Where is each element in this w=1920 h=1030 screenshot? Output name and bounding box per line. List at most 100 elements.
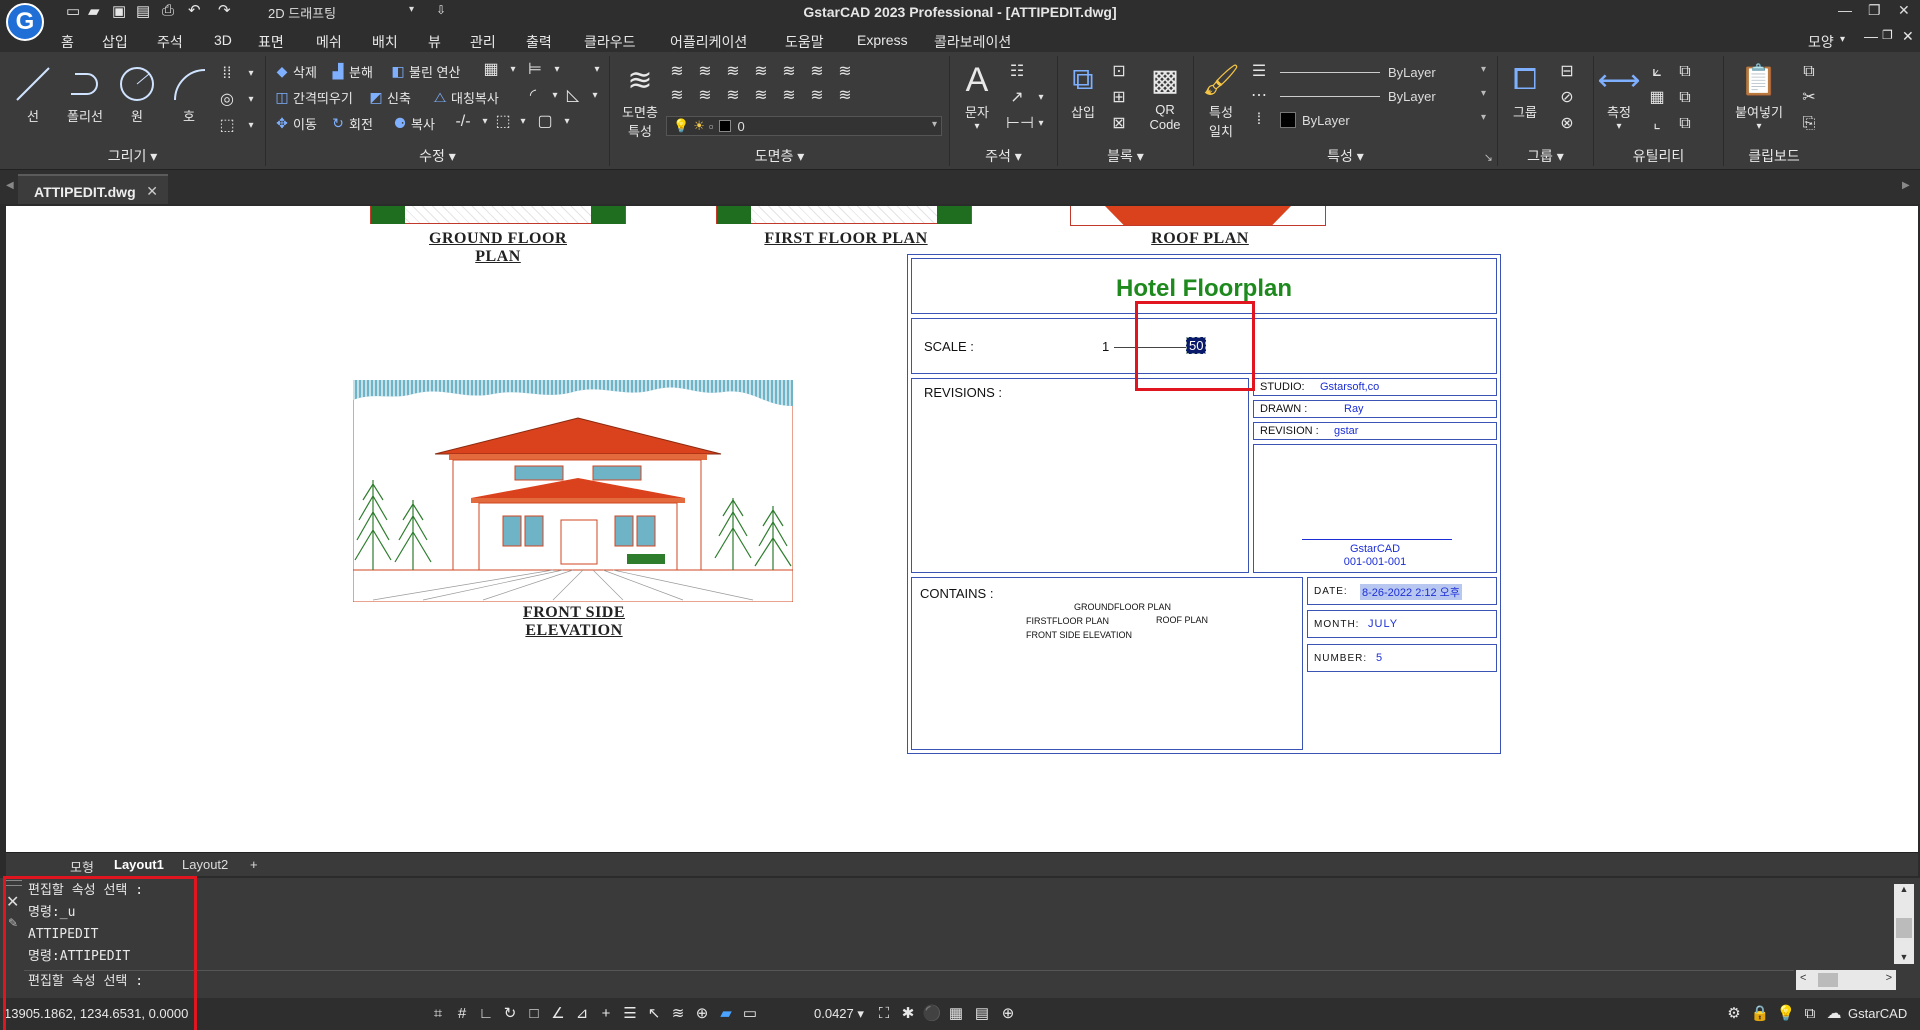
close-icon[interactable]: ✕ <box>1898 2 1910 19</box>
paste-tool[interactable]: 📋 붙여넣기 ▾ <box>1724 60 1794 133</box>
ellipse-icon[interactable]: ◎ <box>216 90 238 110</box>
fillet-icon[interactable]: ◜ <box>522 86 544 106</box>
group-tool[interactable]: ⧠ 그룹 <box>1502 60 1548 121</box>
workspace-switch-icon[interactable]: ⧉ <box>1800 1004 1820 1024</box>
command-input[interactable]: 편집할 속성 선택 : <box>24 970 1794 992</box>
text-tool[interactable]: A 문자 ▾ <box>954 60 1000 133</box>
lineweight-toggle-icon[interactable]: ☰ <box>620 1004 640 1024</box>
clean-screen-icon[interactable]: ▦ <box>946 1004 966 1024</box>
insert-block-tool[interactable]: ⧉ 삽입 <box>1060 60 1106 121</box>
menu-home[interactable]: 홈 <box>61 32 74 52</box>
chevron-down-icon[interactable]: ▾ <box>584 86 606 106</box>
line-tool[interactable]: 선 <box>10 64 56 125</box>
properties-panel-icon[interactable]: ▤ <box>972 1004 992 1024</box>
menu-output[interactable]: 출력 <box>526 32 552 52</box>
close-tab-icon[interactable]: ✕ <box>146 183 158 200</box>
annotation-visibility-icon[interactable]: ⛶ <box>874 1004 894 1024</box>
drawing-canvas[interactable]: GROUND FLOOR PLAN FIRST FLOOR PLAN ROOF … <box>6 206 1918 852</box>
color-dropdown[interactable]: ByLayer ▾ <box>1274 110 1490 130</box>
date-value[interactable]: 8-26-2022 2:12 오후 <box>1360 584 1462 600</box>
tab-scroll-right-icon[interactable]: ▶ <box>1902 180 1910 191</box>
align-icon[interactable]: ⊨ <box>524 60 546 80</box>
layer-off-icon[interactable]: ≋ <box>694 62 716 82</box>
selection-cycling-icon[interactable]: ↖ <box>644 1004 664 1024</box>
chevron-down-icon[interactable]: ▾ <box>240 116 262 136</box>
hscroll-thumb[interactable] <box>1818 973 1838 987</box>
layer-status-icon[interactable]: ≋ <box>668 1004 688 1024</box>
menu-applications[interactable]: 어플리케이션 <box>670 32 747 52</box>
layer-lock-icon[interactable]: ≋ <box>778 62 800 82</box>
layer-merge-icon[interactable]: ≋ <box>722 86 744 106</box>
ribbon-group-properties-label[interactable]: 특성 ▾ <box>1194 146 1497 166</box>
copy-clip-icon[interactable]: ⧉ <box>1798 62 1820 82</box>
ortho-icon[interactable]: ∟ <box>476 1004 496 1024</box>
command-scrollbar[interactable]: ▲ ▼ <box>1894 884 1914 964</box>
chevron-down-icon[interactable]: ▾ <box>1030 114 1052 134</box>
add-layout-tab[interactable]: + <box>250 857 258 872</box>
measure-tool[interactable]: ⟷ 측정 ▾ <box>1596 60 1642 133</box>
dimension-icon[interactable]: ⊢⊣ <box>1006 114 1034 134</box>
linetype-dropdown[interactable]: ByLayer ▾ <box>1274 86 1490 106</box>
circle-tool[interactable]: 원 <box>114 64 160 125</box>
osnap-icon[interactable]: □ <box>524 1004 544 1024</box>
app-logo-icon[interactable]: G <box>6 3 44 41</box>
chevron-down-icon[interactable]: ▾ <box>586 60 608 80</box>
isolate-icon[interactable]: 💡 <box>1776 1004 1796 1024</box>
menu-mesh[interactable]: 메쉬 <box>316 32 342 52</box>
layer-previous-icon[interactable]: ≋ <box>778 86 800 106</box>
id-point-icon[interactable]: ⟀ <box>1646 62 1668 82</box>
menu-express[interactable]: Express <box>857 32 908 48</box>
quick-select-icon[interactable]: ⧉ <box>1674 88 1696 108</box>
move-tool[interactable]: ✥ 이동 <box>274 112 317 134</box>
dialog-launcher-icon[interactable]: ↘ <box>1484 151 1493 164</box>
drawn-value[interactable]: Ray <box>1344 403 1364 415</box>
menu-insert[interactable]: 삽입 <box>102 32 128 52</box>
attribute-icon[interactable]: ⊠ <box>1108 114 1130 134</box>
menu-view[interactable]: 뷰 <box>428 32 441 52</box>
layer-walk-icon[interactable]: ≋ <box>666 86 688 106</box>
chevron-down-icon[interactable]: ▾ <box>556 112 578 132</box>
scroll-right-icon[interactable]: > <box>1886 972 1892 984</box>
scroll-left-icon[interactable]: < <box>1800 972 1806 984</box>
chevron-down-icon[interactable]: ▾ <box>1030 88 1052 108</box>
arc-tool[interactable]: 호 <box>166 64 212 125</box>
ribbon-group-block-label[interactable]: 블록 ▾ <box>1058 146 1193 166</box>
explode-tool[interactable]: ▟ 분해 <box>330 60 373 82</box>
array-icon[interactable]: ▦ <box>480 60 502 80</box>
ribbon-group-layers-label[interactable]: 도면층 ▾ <box>610 146 949 166</box>
tab-layout2[interactable]: Layout2 <box>182 857 228 872</box>
number-value[interactable]: 5 <box>1376 652 1382 664</box>
polyline-tool[interactable]: 폴리선 <box>60 64 110 125</box>
scale-icon[interactable]: ◺ <box>562 86 584 106</box>
hardware-accel-icon[interactable]: ⚫ <box>922 1004 942 1024</box>
restore-icon[interactable]: ❐ <box>1868 2 1881 19</box>
scroll-up-icon[interactable]: ▲ <box>1894 884 1914 894</box>
doc-restore-icon[interactable]: ❐ <box>1882 28 1893 42</box>
join-icon[interactable]: ▢ <box>534 112 556 132</box>
polar-icon[interactable]: ↻ <box>500 1004 520 1024</box>
layer-properties-tool[interactable]: ≋ 도면층 특성 <box>614 60 666 140</box>
sheet-number[interactable]: 001-001-001 <box>1254 556 1496 568</box>
company-name[interactable]: GstarCAD <box>1254 543 1496 555</box>
chevron-down-icon[interactable]: ▾ <box>240 64 262 84</box>
layer-on-icon[interactable]: ≋ <box>666 62 688 82</box>
filter-icon[interactable]: ⧉ <box>1674 114 1696 134</box>
doc-close-icon[interactable]: ✕ <box>1902 28 1914 45</box>
cloud-icon[interactable]: ☁ <box>1824 1004 1844 1024</box>
layer-delete-icon[interactable]: ≋ <box>750 86 772 106</box>
menu-manage[interactable]: 관리 <box>470 32 496 52</box>
ucs-icon[interactable]: ⌞ <box>1646 114 1668 134</box>
layer-isolate-icon[interactable]: ≋ <box>834 62 856 82</box>
scroll-down-icon[interactable]: ▼ <box>1894 952 1914 962</box>
lock-ui-icon[interactable]: 🔒 <box>1750 1004 1770 1024</box>
table-icon[interactable]: ☷ <box>1006 62 1028 82</box>
boolean-tool[interactable]: ◧ 불린 연산 <box>390 60 460 82</box>
erase-tool[interactable]: ◆ 삭제 <box>274 60 317 82</box>
layer-unlock-icon[interactable]: ≋ <box>806 62 828 82</box>
view-style-menu[interactable]: 모양 <box>1808 32 1834 52</box>
select-similar-icon[interactable]: ⧉ <box>1674 62 1696 82</box>
command-hscrollbar[interactable]: < > <box>1796 970 1896 990</box>
menu-collaboration[interactable]: 콜라보레이션 <box>934 32 1011 52</box>
revision-value[interactable]: gstar <box>1334 425 1358 437</box>
ribbon-group-draw-label[interactable]: 그리기 ▾ <box>0 146 265 166</box>
